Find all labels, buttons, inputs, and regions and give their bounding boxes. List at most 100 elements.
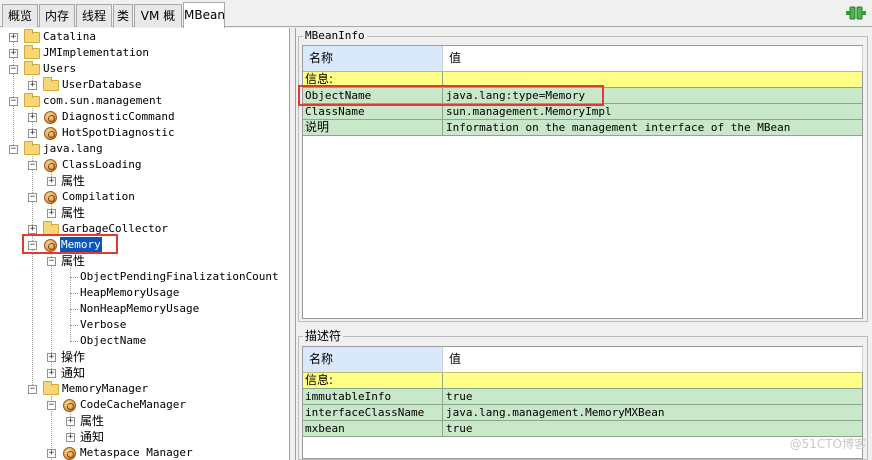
tree-node-label: java.lang <box>43 142 103 155</box>
tree-node-label: 操作 <box>61 350 86 364</box>
tree-node-java-lang[interactable]: − java.lang <box>0 141 289 157</box>
folder-icon <box>43 221 59 235</box>
expand-icon[interactable]: + <box>28 81 37 90</box>
column-header-value[interactable]: 值 <box>443 46 863 71</box>
tree-node-notifications[interactable]: + 通知 <box>0 365 289 381</box>
tree-node-label: NonHeapMemoryUsage <box>80 302 200 315</box>
tree-node-compilation[interactable]: − Compilation <box>0 189 289 205</box>
tree-node-garbagecollector[interactable]: + GarbageCollector <box>0 221 289 237</box>
collapse-icon[interactable]: − <box>47 401 56 410</box>
tree-node-label: ClassLoading <box>62 158 142 171</box>
row-value: Information on the management interface … <box>446 121 791 134</box>
row-value: true <box>446 422 473 435</box>
attribute-item[interactable]: HeapMemoryUsage <box>0 285 289 301</box>
tree-node-notifications[interactable]: + 通知 <box>0 429 289 445</box>
connection-icon[interactable] <box>846 5 866 21</box>
tree-node-attributes[interactable]: + 属性 <box>0 205 289 221</box>
tree-node-label: Catalina <box>43 30 96 43</box>
mbean-tree[interactable]: + Catalina + JMImplementation − Users + … <box>0 28 290 460</box>
tree-node-codecachemanager[interactable]: − CodeCacheManager <box>0 397 289 413</box>
folder-icon <box>24 45 40 59</box>
tree-node-label: HotSpotDiagnostic <box>62 126 175 139</box>
expand-icon[interactable]: + <box>28 225 37 234</box>
expand-icon[interactable]: + <box>47 209 56 218</box>
tree-node-hotspotdiagnostic[interactable]: + HotSpotDiagnostic <box>0 125 289 141</box>
mbean-icon <box>44 239 57 252</box>
tree-node-diagnosticcommand[interactable]: + DiagnosticCommand <box>0 109 289 125</box>
tree-node-attributes[interactable]: + 属性 <box>0 173 289 189</box>
table-row[interactable]: ClassName sun.management.MemoryImpl <box>303 103 862 119</box>
attribute-item[interactable]: NonHeapMemoryUsage <box>0 301 289 317</box>
tab-threads[interactable]: 线程 <box>76 4 112 27</box>
expand-icon[interactable]: + <box>47 449 56 458</box>
row-name: 说明 <box>303 120 443 135</box>
expand-icon[interactable]: + <box>47 353 56 362</box>
table-row[interactable]: ObjectName java.lang:type=Memory <box>303 87 862 103</box>
folder-icon <box>43 77 59 91</box>
row-name: ClassName <box>303 104 443 119</box>
tree-node-label: 属性 <box>61 174 86 188</box>
tree-node-label: CodeCacheManager <box>80 398 186 411</box>
mbeaninfo-table[interactable]: 名称 值 信息: ObjectName java.lang:type=Memor… <box>302 45 863 319</box>
column-header-name[interactable]: 名称 <box>303 347 443 372</box>
table-row[interactable]: immutableInfo true <box>303 388 862 404</box>
collapse-icon[interactable]: − <box>9 145 18 154</box>
row-name: immutableInfo <box>303 389 443 404</box>
pane-splitter[interactable] <box>290 28 296 460</box>
column-header-name[interactable]: 名称 <box>303 46 443 71</box>
tree-node-label: Metaspace Manager <box>80 446 193 459</box>
collapse-icon[interactable]: − <box>47 257 56 266</box>
tree-node-label: DiagnosticCommand <box>62 110 175 123</box>
tree-node-label: ObjectPendingFinalizationCount <box>80 270 279 283</box>
expand-icon[interactable]: + <box>28 129 37 138</box>
expand-icon[interactable]: + <box>9 49 18 58</box>
tree-node-label: HeapMemoryUsage <box>80 286 180 299</box>
info-row[interactable]: 信息: <box>303 71 862 87</box>
tree-node-memorymanager[interactable]: − MemoryManager <box>0 381 289 397</box>
tab-classes[interactable]: 类 <box>113 4 133 27</box>
tree-node-com-sun-management[interactable]: − com.sun.management <box>0 93 289 109</box>
attribute-item[interactable]: ObjectPendingFinalizationCount <box>0 269 289 285</box>
descriptor-title: 描述符 <box>303 329 344 343</box>
tree-node-attributes[interactable]: + 属性 <box>0 413 289 429</box>
collapse-icon[interactable]: − <box>28 161 37 170</box>
row-value: sun.management.MemoryImpl <box>446 105 612 118</box>
descriptor-table[interactable]: 名称 值 信息: immutableInfo true interfaceCla… <box>302 346 863 459</box>
expand-icon[interactable]: + <box>47 369 56 378</box>
tree-node-userdatabase[interactable]: + UserDatabase <box>0 77 289 93</box>
tab-overview[interactable]: 概览 <box>2 4 38 27</box>
expand-icon[interactable]: + <box>66 433 75 442</box>
attribute-item[interactable]: Verbose <box>0 317 289 333</box>
expand-icon[interactable]: + <box>28 113 37 122</box>
collapse-icon[interactable]: − <box>9 65 18 74</box>
table-row[interactable]: interfaceClassName java.lang.management.… <box>303 404 862 420</box>
expand-icon[interactable]: + <box>9 33 18 42</box>
expand-icon[interactable]: + <box>47 177 56 186</box>
collapse-icon[interactable]: − <box>28 385 37 394</box>
tree-node-jmimplementation[interactable]: + JMImplementation <box>0 45 289 61</box>
tab-vm-summary[interactable]: VM 概要 <box>134 4 182 45</box>
tree-node-label: GarbageCollector <box>62 222 168 235</box>
tab-mbean[interactable]: MBean <box>183 2 225 28</box>
tree-node-attributes[interactable]: − 属性 <box>0 253 289 269</box>
tree-node-classloading[interactable]: − ClassLoading <box>0 157 289 173</box>
tree-node-catalina[interactable]: + Catalina <box>0 29 289 45</box>
collapse-icon[interactable]: − <box>9 97 18 106</box>
table-row[interactable]: mxbean true <box>303 420 862 437</box>
collapse-icon[interactable]: − <box>28 241 37 250</box>
attribute-item[interactable]: ObjectName <box>0 333 289 349</box>
tree-node-label: 属性 <box>80 414 105 428</box>
tree-node-metaspace-manager[interactable]: + Metaspace Manager <box>0 445 289 460</box>
tree-node-operations[interactable]: + 操作 <box>0 349 289 365</box>
tab-memory[interactable]: 内存 <box>39 4 75 27</box>
tree-node-users[interactable]: − Users <box>0 61 289 77</box>
collapse-icon[interactable]: − <box>28 193 37 202</box>
info-row[interactable]: 信息: <box>303 372 862 388</box>
tree-node-label: Compilation <box>62 190 135 203</box>
tree-node-label: MemoryManager <box>62 382 149 395</box>
descriptor-panel: 描述符 名称 值 信息: immutableInfo true interfac… <box>298 329 868 460</box>
tree-node-memory[interactable]: − Memory <box>0 237 289 253</box>
column-header-value[interactable]: 值 <box>443 347 863 372</box>
table-row[interactable]: 说明 Information on the management interfa… <box>303 119 862 136</box>
expand-icon[interactable]: + <box>66 417 75 426</box>
